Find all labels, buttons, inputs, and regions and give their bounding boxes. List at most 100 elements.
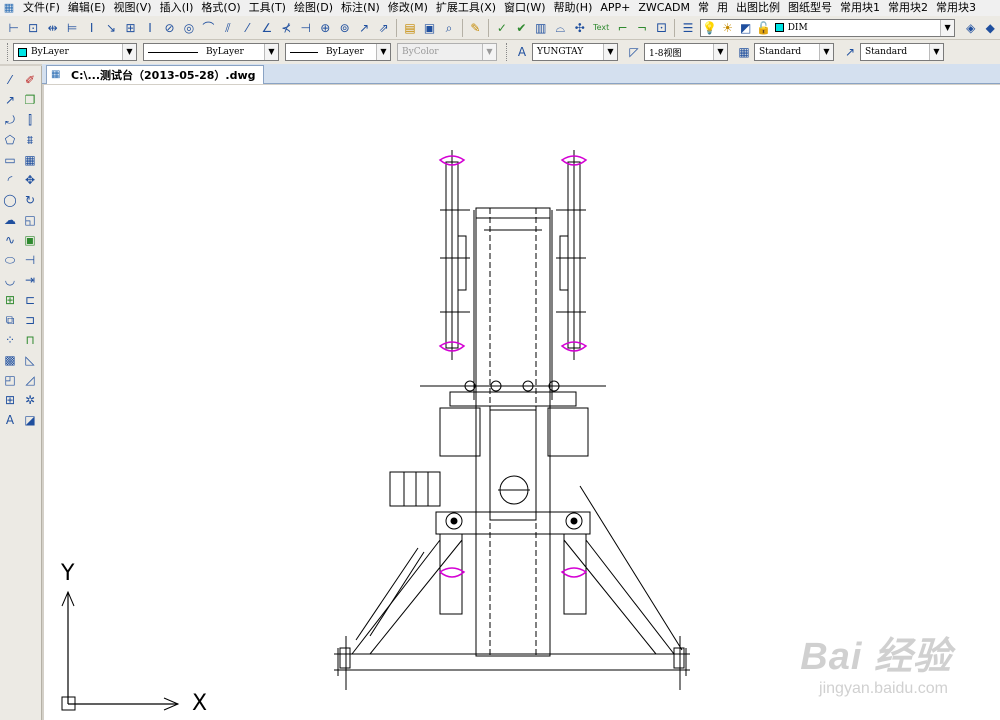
menu-window[interactable]: 窗口(W) xyxy=(500,0,549,16)
document-tab[interactable]: ▦ C:\...测试台（2013-05-28）.dwg xyxy=(46,65,265,84)
menu-sheet-size[interactable]: 图纸型号 xyxy=(784,0,836,16)
angular-dim-icon[interactable]: ∠ xyxy=(259,20,274,36)
ellipse-arc-icon[interactable]: ◡ xyxy=(2,272,18,288)
mirror-icon[interactable]: ⫿ xyxy=(22,112,38,128)
zoom-icon[interactable]: ⌕ xyxy=(441,20,456,36)
break-icon[interactable]: ⊐ xyxy=(22,312,38,328)
menu-block-3[interactable]: 常用块3 xyxy=(932,0,980,16)
diameter-dim-icon[interactable]: ⊘ xyxy=(162,20,177,36)
radius-dim-icon[interactable]: Ⅰ xyxy=(142,20,157,36)
toolbar-grip[interactable] xyxy=(7,43,10,61)
xline-icon[interactable]: ↗ xyxy=(2,92,18,108)
baseline-dim-icon[interactable]: ⊨ xyxy=(64,20,79,36)
text-style-combo[interactable]: YUNGTAY ▼ xyxy=(532,43,618,61)
quick-dim-icon[interactable]: ⊀ xyxy=(279,20,294,36)
fillet-icon[interactable]: ◿ xyxy=(22,372,38,388)
menu-plot-scale[interactable]: 出图比例 xyxy=(732,0,784,16)
lineweight-combo[interactable]: ByLayer ▼ xyxy=(285,43,391,61)
dim-scale-combo[interactable]: 1-8视图 ▼ xyxy=(644,43,728,61)
dim-text-edit-icon[interactable]: ⊕ xyxy=(318,20,333,36)
hatch-icon[interactable]: ▩ xyxy=(2,352,18,368)
dim-override-icon[interactable]: ↗ xyxy=(356,20,371,36)
chevron-down-icon[interactable]: ▼ xyxy=(929,44,943,60)
menu-help[interactable]: 帮助(H) xyxy=(550,0,597,16)
match-properties-icon[interactable]: ✎ xyxy=(468,20,483,36)
linear-dim-icon[interactable]: ⊢ xyxy=(6,20,21,36)
rectangle-icon[interactable]: ▭ xyxy=(2,152,18,168)
menu-chang[interactable]: 常 xyxy=(694,0,713,16)
extend-icon[interactable]: ⇥ xyxy=(22,272,38,288)
color-combo[interactable]: ByLayer ▼ xyxy=(13,43,137,61)
corner-2-icon[interactable]: ¬ xyxy=(634,20,649,36)
tolerance-icon[interactable]: ⊞ xyxy=(123,20,138,36)
mtext-icon[interactable]: A xyxy=(2,412,18,428)
chevron-down-icon[interactable]: ▼ xyxy=(819,44,833,60)
revcloud-icon[interactable]: ☁ xyxy=(2,212,18,228)
circle-icon[interactable]: ◯ xyxy=(2,192,18,208)
make-block-icon[interactable]: ⧉ xyxy=(2,312,18,328)
chamfer-icon[interactable]: ◺ xyxy=(22,352,38,368)
join-icon[interactable]: ⊓ xyxy=(22,332,38,348)
oblique-dim-icon[interactable]: ⁄ xyxy=(240,20,255,36)
menu-insert[interactable]: 插入(I) xyxy=(156,0,198,16)
ellipse-icon[interactable]: ⬭ xyxy=(2,252,18,268)
menu-tools[interactable]: 工具(T) xyxy=(245,0,290,16)
insert-block-icon[interactable]: ⊞ xyxy=(2,292,18,308)
drawing-canvas[interactable]: Y X Bai 经验 jingyan.baidu.com xyxy=(44,85,1000,720)
chevron-down-icon[interactable]: ▼ xyxy=(264,44,278,60)
dim-style-combo[interactable]: Standard ▼ xyxy=(754,43,834,61)
corner-icon[interactable]: ⌐ xyxy=(615,20,630,36)
menu-app-plus[interactable]: APP+ xyxy=(596,0,634,16)
ordinate-dim-icon[interactable]: ⇹ xyxy=(45,20,60,36)
dim-edit-icon[interactable]: ⊣ xyxy=(298,20,313,36)
move-icon[interactable]: ✥ xyxy=(22,172,38,188)
scale-icon[interactable]: ◱ xyxy=(22,212,38,228)
multileader-style-icon[interactable]: ↗ xyxy=(842,44,858,60)
layer-manager-icon[interactable]: ☰ xyxy=(680,20,695,36)
stretch-icon[interactable]: ▣ xyxy=(22,232,38,248)
rotate-icon[interactable]: ↻ xyxy=(22,192,38,208)
break-at-point-icon[interactable]: ⊏ xyxy=(22,292,38,308)
layer-previous-icon[interactable]: ◈ xyxy=(963,20,978,36)
point-icon[interactable]: ✣ xyxy=(572,20,587,36)
check-icon[interactable]: ✔ xyxy=(514,20,529,36)
polyline-icon[interactable]: ⤾ xyxy=(2,112,18,128)
spline-icon[interactable]: ∿ xyxy=(2,232,18,248)
aligned-dim-icon[interactable]: ⊡ xyxy=(25,20,40,36)
offset-icon[interactable]: ⩩ xyxy=(22,132,38,148)
menu-modify[interactable]: 修改(M) xyxy=(384,0,432,16)
save-icon[interactable]: ▤ xyxy=(402,20,417,36)
image-icon[interactable]: ▣ xyxy=(422,20,437,36)
menu-edit[interactable]: 编辑(E) xyxy=(64,0,110,16)
dim-style-icon[interactable]: ⇗ xyxy=(376,20,391,36)
point-icon[interactable]: ⁘ xyxy=(2,332,18,348)
text-tool-button[interactable]: Text xyxy=(592,20,611,36)
toolbar-grip[interactable] xyxy=(506,43,509,61)
chevron-down-icon[interactable]: ▼ xyxy=(603,44,617,60)
menu-format[interactable]: 格式(O) xyxy=(197,0,244,16)
text-style-icon[interactable]: A xyxy=(514,44,530,60)
menu-zwcadm[interactable]: ZWCADM xyxy=(634,0,694,16)
menu-express-tools[interactable]: 扩展工具(X) xyxy=(432,0,500,16)
center-mark-icon[interactable]: ◎ xyxy=(181,20,196,36)
menu-file[interactable]: 文件(F) xyxy=(19,0,64,16)
menu-view[interactable]: 视图(V) xyxy=(109,0,155,16)
revcloud-icon[interactable]: ⌓ xyxy=(553,20,568,36)
table-style-combo[interactable]: Standard ▼ xyxy=(860,43,944,61)
app-logo-icon[interactable]: ▦ xyxy=(2,1,16,15)
menu-draw[interactable]: 绘图(D) xyxy=(290,0,337,16)
explode-icon[interactable]: ✲ xyxy=(22,392,38,408)
chevron-down-icon[interactable]: ▼ xyxy=(376,44,390,60)
chevron-down-icon[interactable]: ▼ xyxy=(713,44,727,60)
menu-yong[interactable]: 用 xyxy=(713,0,732,16)
chevron-down-icon[interactable]: ▼ xyxy=(940,19,955,36)
arc-icon[interactable]: ◜ xyxy=(2,172,18,188)
array-icon[interactable]: ▦ xyxy=(22,152,38,168)
table-icon[interactable]: ⊞ xyxy=(2,392,18,408)
properties-icon[interactable]: ◪ xyxy=(22,412,38,428)
chart-icon[interactable]: ▥ xyxy=(533,20,548,36)
jog-dim-icon[interactable]: ⫽ xyxy=(220,20,235,36)
make-current-icon[interactable]: ◆ xyxy=(982,20,997,36)
trim-icon[interactable]: ⊣ xyxy=(22,252,38,268)
arc-dim-icon[interactable]: ⌒ xyxy=(201,20,216,36)
